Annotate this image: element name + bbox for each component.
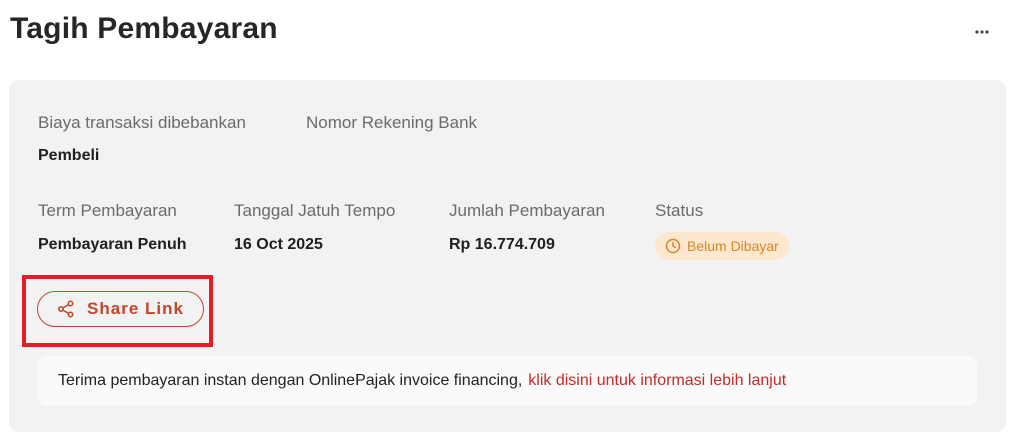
page-title: Tagih Pembayaran <box>10 12 278 45</box>
fee-value: Pembeli <box>38 147 100 164</box>
status-badge: Belum Dibayar <box>655 232 789 260</box>
status-label: Status <box>655 201 704 220</box>
payment-card: Biaya transaksi dibebankan Nomor Rekenin… <box>9 80 1006 432</box>
share-link-label: Share Link <box>87 299 184 318</box>
info-link[interactable]: klik disini untuk informasi lebih lanjut <box>528 372 786 390</box>
term-value: Pembayaran Penuh <box>38 236 187 253</box>
amount-label: Jumlah Pembayaran <box>449 201 605 220</box>
share-icon <box>58 300 74 318</box>
info-banner-text: Terima pembayaran instan dengan OnlinePa… <box>58 372 523 389</box>
account-label: Nomor Rekening Bank <box>306 113 478 132</box>
clock-icon <box>665 238 681 254</box>
share-link-button[interactable]: Share Link <box>37 291 204 327</box>
info-banner: Terima pembayaran instan dengan OnlinePa… <box>38 356 977 406</box>
due-date-value: 16 Oct 2025 <box>234 236 323 253</box>
status-badge-label: Belum Dibayar <box>687 238 779 254</box>
more-options-button[interactable] <box>970 22 994 42</box>
amount-value: Rp 16.774.709 <box>449 236 555 253</box>
due-date-label: Tanggal Jatuh Tempo <box>234 201 396 220</box>
ellipsis-horizontal-icon <box>975 30 989 34</box>
term-label: Term Pembayaran <box>38 201 177 220</box>
fee-label: Biaya transaksi dibebankan <box>38 113 246 132</box>
